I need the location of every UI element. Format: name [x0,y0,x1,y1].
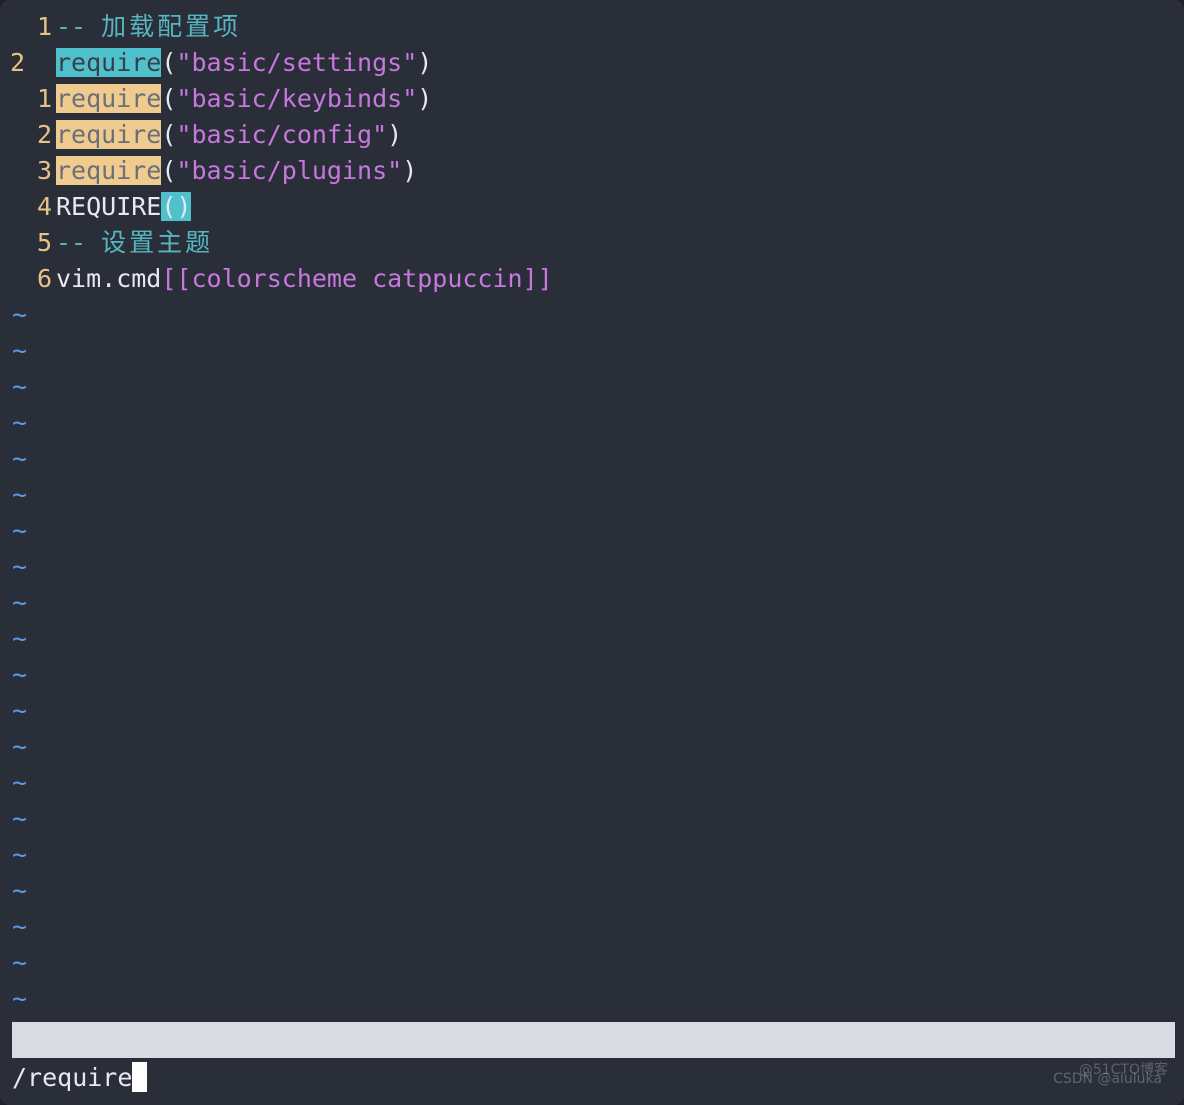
code-token: vim.cmd [56,264,162,293]
empty-line-marker: ~ [12,804,28,833]
empty-line-marker: ~ [12,444,28,473]
empty-line-marker: ~ [12,552,28,581]
empty-line-marker: ~ [12,984,28,1013]
command-line-text: /require [12,1063,133,1092]
code-line-content: require("basic/plugins") [56,153,417,189]
code-line[interactable]: 4 REQUIRE() [0,189,1184,225]
empty-line-marker: ~ [12,516,28,545]
code-token: "basic/keybinds" [176,84,418,113]
code-line[interactable]: 2 require("basic/settings") [0,45,1184,81]
code-token: "basic/settings" [176,48,418,77]
line-number: 6 [36,264,52,293]
empty-line-marker: ~ [12,876,28,905]
code-line[interactable]: 1 require("basic/keybinds") [0,81,1184,117]
empty-line-marker: ~ [12,840,28,869]
code-token: "basic/config" [176,120,388,149]
empty-line-marker: ~ [12,588,28,617]
code-token: ( [161,48,177,77]
empty-line-marker: ~ [12,624,28,653]
search-match-current: () [161,192,192,221]
code-line-content: REQUIRE() [56,189,192,225]
code-token: ( [161,120,177,149]
empty-line-marker: ~ [12,372,28,401]
code-token: ) [417,84,433,113]
code-token: ) [417,48,433,77]
code-token: ( [161,84,177,113]
empty-line-marker: ~ [12,732,28,761]
empty-line-marker: ~ [12,408,28,437]
code-line-content: require("basic/config") [56,117,402,153]
code-token: REQUIRE [56,192,162,221]
code-token: -- [56,12,102,41]
code-line-content: require("basic/settings") [56,45,432,81]
empty-line-marker: ~ [12,480,28,509]
code-line[interactable]: 6 vim.cmd[[colorscheme catppuccin]] [0,261,1184,297]
command-line-cursor [132,1062,148,1092]
empty-line-marker: ~ [12,768,28,797]
code-line-content: require("basic/keybinds") [56,81,432,117]
empty-line-marker: ~ [12,660,28,689]
line-number: 4 [36,192,52,221]
line-number: 2 [36,120,52,149]
search-match: require [56,156,162,185]
search-match-current: require [56,48,162,77]
editor-buffer[interactable]: 1 -- 加载配置项 2 require("basic/settings") 1 requ… [0,0,1184,1018]
empty-line-marker: ~ [12,696,28,725]
command-line[interactable]: /require [12,1059,1174,1097]
line-number: 1 [36,12,52,41]
empty-line-marker: ~ [12,300,28,329]
line-number: 2 [10,48,26,77]
code-token: [[colorscheme catppuccin]] [161,264,553,293]
code-line[interactable]: 1 -- 加载配置项 [0,9,1184,45]
line-number: 1 [36,84,52,113]
code-line[interactable]: 5 -- 设置主题 [0,225,1184,261]
code-line-content: -- 加载配置项 [56,9,241,45]
empty-line-marker: ~ [12,336,28,365]
code-line[interactable]: 3 require("basic/plugins") [0,153,1184,189]
empty-line-marker: ~ [12,948,28,977]
code-line[interactable]: 2 require("basic/config") [0,117,1184,153]
code-token: ( [161,156,177,185]
status-line: init.lua [+] [12,1022,1175,1058]
code-line-content: -- 设置主题 [56,225,213,261]
line-number: 3 [36,156,52,185]
neovim-terminal-window: 1 -- 加载配置项 2 require("basic/settings") 1 requ… [0,0,1184,1105]
search-match: require [56,84,162,113]
search-match: require [56,120,162,149]
code-token: ) [402,156,418,185]
code-token: "basic/plugins" [176,156,403,185]
code-token: -- [56,228,102,257]
line-number: 5 [36,228,52,257]
code-token: 加载配置项 [101,12,242,41]
code-line-content: vim.cmd[[colorscheme catppuccin]] [56,261,553,297]
code-token: 设置主题 [101,228,214,257]
code-token: ) [387,120,403,149]
empty-line-marker: ~ [12,912,28,941]
